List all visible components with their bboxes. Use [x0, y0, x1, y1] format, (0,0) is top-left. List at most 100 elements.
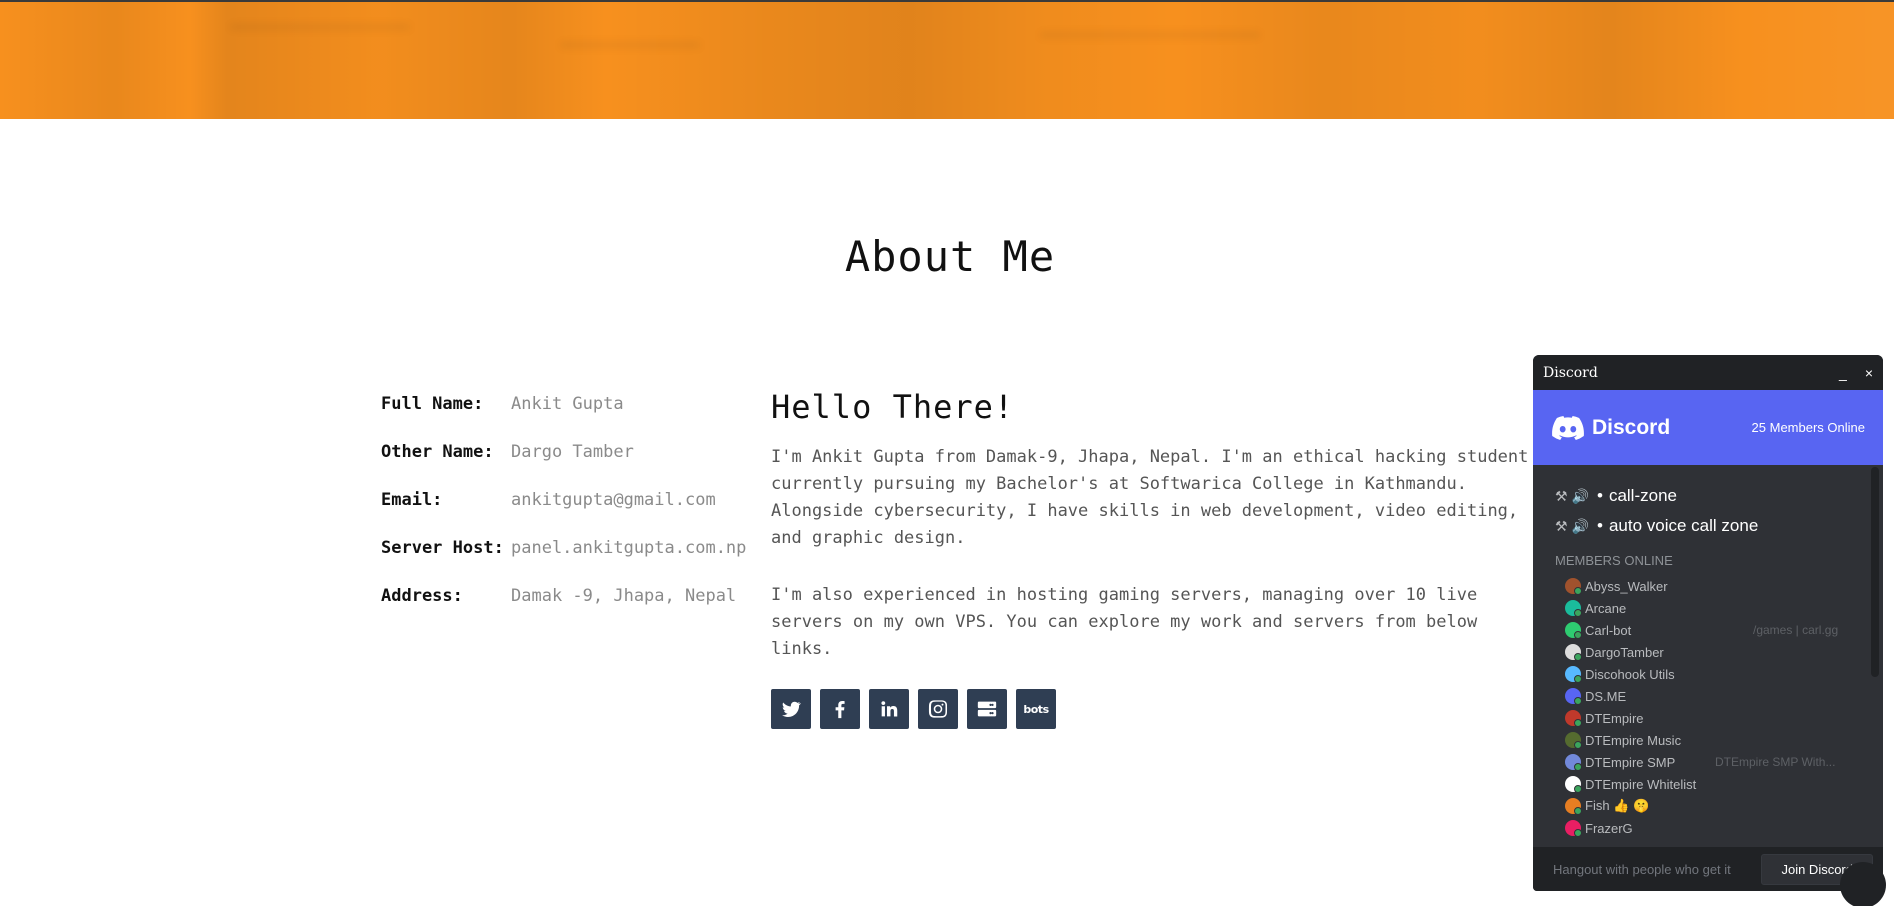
member-name: Discohook Utils [1585, 666, 1675, 682]
floating-action-button[interactable] [1840, 862, 1886, 906]
members-online-header: MEMBERS ONLINE [1555, 553, 1673, 568]
member-name: DS.ME [1585, 688, 1627, 704]
speaker-icon: 🔊 [1571, 487, 1589, 504]
linkedin-link[interactable] [869, 689, 909, 729]
instagram-link[interactable] [918, 689, 958, 729]
info-row-email: Email: ankitgupta@gmail.com [381, 488, 741, 512]
speaker-icon: 🔊 [1571, 517, 1589, 534]
info-label: Address: [381, 586, 463, 606]
member-item[interactable]: DargoTamber [1555, 641, 1883, 663]
info-value: panel.ankitgupta.com.np [511, 538, 747, 558]
banner-blur-text [560, 42, 700, 48]
channel-name: auto voice call zone [1608, 516, 1759, 535]
intro-paragraph: I'm Ankit Gupta from Damak-9, Jhapa, Nep… [771, 447, 1529, 548]
member-item[interactable]: DTEmpire Music [1555, 729, 1883, 751]
info-value: ankitgupta@gmail.com [511, 490, 716, 510]
discord-window-title: Discord [1543, 364, 1598, 381]
discord-tagline: Hangout with people who get it [1553, 861, 1731, 877]
separator-dot: • [1597, 516, 1603, 535]
member-name: Fish 👍 🤫 [1585, 798, 1650, 813]
member-item[interactable]: FrazerG [1555, 817, 1883, 839]
member-name: DargoTamber [1585, 644, 1664, 660]
discord-body: ⚒ 🔊 • call-zone ⚒ 🔊 • auto voice call zo… [1533, 465, 1883, 851]
member-name: DTEmpire [1585, 710, 1644, 726]
member-avatar [1565, 622, 1582, 639]
info-row-full-name: Full Name: Ankit Gupta [381, 392, 741, 416]
discord-widget: Discord _ × Discord 25 Members Online ⚒ … [1533, 355, 1883, 891]
intro-paragraph: I'm also experienced in hosting gaming s… [771, 585, 1478, 659]
info-label: Email: [381, 490, 443, 510]
voice-channel[interactable]: ⚒ 🔊 • auto voice call zone [1555, 511, 1883, 541]
facebook-link[interactable] [820, 689, 860, 729]
member-item[interactable]: DTEmpire Whitelist [1555, 773, 1883, 795]
member-avatar [1565, 776, 1582, 793]
member-item[interactable]: Discohook Utils [1555, 663, 1883, 685]
member-name: DTEmpire Music [1585, 732, 1682, 748]
discord-brand: Discord [1592, 415, 1671, 439]
member-item[interactable]: DS.ME [1555, 685, 1883, 707]
social-links: bots [771, 689, 1531, 729]
intro-block: Hello There! I'm Ankit Gupta from Damak-… [771, 388, 1531, 729]
hammer-icon: ⚒ [1555, 487, 1568, 504]
member-name: DTEmpire Whitelist [1585, 776, 1697, 792]
member-list: Abyss_Walker Arcane Carl-bot/games | carl.… [1555, 575, 1883, 839]
member-name: Arcane [1585, 600, 1627, 616]
info-row-other-name: Other Name: Dargo Tamber [381, 440, 741, 464]
discord-footer: Hangout with people who get it Join Disc… [1533, 847, 1883, 891]
info-label: Other Name: [381, 442, 494, 462]
banner-blur-text [1040, 32, 1260, 38]
member-name: DTEmpire SMP [1585, 754, 1676, 770]
member-item[interactable]: Fish 👍 🤫 [1555, 795, 1883, 817]
info-value: Dargo Tamber [511, 442, 634, 462]
info-value: Ankit Gupta [511, 394, 624, 414]
minimize-button[interactable]: _ [1839, 365, 1847, 381]
discord-icon [1552, 415, 1584, 440]
member-item[interactable]: DTEmpire [1555, 707, 1883, 729]
member-name: Carl-bot [1585, 622, 1632, 638]
instagram-icon [928, 700, 948, 718]
header-banner [0, 0, 1894, 119]
member-avatar [1565, 578, 1582, 595]
voice-channel[interactable]: ⚒ 🔊 • call-zone [1555, 481, 1883, 511]
linkedin-icon [881, 701, 898, 717]
member-avatar [1565, 732, 1582, 749]
member-name: FrazerG [1585, 820, 1633, 836]
member-item[interactable]: Carl-bot/games | carl.gg [1555, 619, 1883, 641]
twitter-icon [782, 701, 801, 717]
discord-header: Discord 25 Members Online [1533, 390, 1883, 465]
member-avatar [1565, 710, 1582, 727]
intro-title: Hello There! [771, 388, 1015, 426]
server-icon [977, 701, 997, 717]
info-label: Server Host: [381, 538, 504, 558]
member-item[interactable]: DTEmpire SMP DTEmpire SMP With... [1555, 751, 1883, 773]
member-item[interactable]: Arcane [1555, 597, 1883, 619]
member-avatar [1565, 666, 1582, 683]
member-avatar [1565, 600, 1582, 617]
server-link[interactable] [967, 689, 1007, 729]
member-activity: /games | carl.gg [1753, 623, 1839, 637]
member-name: Abyss_Walker [1585, 578, 1668, 594]
twitter-link[interactable] [771, 689, 811, 729]
discord-logo: Discord [1552, 415, 1752, 440]
member-avatar [1565, 644, 1582, 661]
info-value: Damak -9, Jhapa, Nepal [511, 586, 737, 606]
section-title: About Me [844, 232, 1056, 281]
separator-dot: • [1597, 486, 1603, 505]
personal-info-list: Full Name: Ankit Gupta Other Name: Dargo… [381, 392, 746, 632]
member-item[interactable]: Abyss_Walker [1555, 575, 1883, 597]
members-online-count: 25 Members Online [1751, 420, 1865, 435]
close-button[interactable]: × [1865, 365, 1873, 381]
member-activity: DTEmpire SMP With... [1715, 755, 1836, 769]
member-avatar [1565, 798, 1582, 815]
member-avatar [1565, 820, 1582, 837]
bots-link[interactable]: bots [1016, 689, 1056, 729]
info-label: Full Name: [381, 394, 484, 414]
info-row-address: Address: Damak -9, Jhapa, Nepal [381, 584, 741, 608]
member-avatar [1565, 688, 1582, 705]
bots-icon: bots [1023, 702, 1049, 716]
hammer-icon: ⚒ [1555, 517, 1568, 534]
member-avatar [1565, 754, 1582, 771]
facebook-icon [835, 701, 845, 719]
info-row-server-host: Server Host: panel.ankitgupta.com.np [381, 536, 746, 560]
banner-blur-text [230, 24, 410, 30]
